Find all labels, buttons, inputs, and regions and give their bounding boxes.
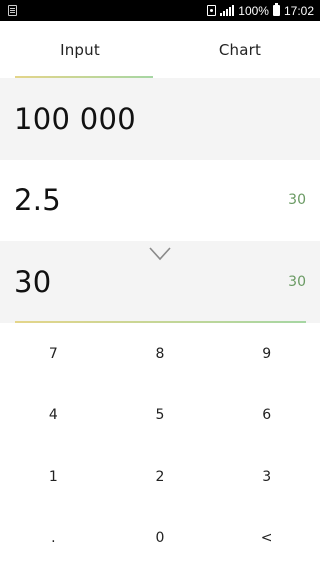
key-5[interactable]: 5 <box>107 385 214 447</box>
numeric-keypad: 7 8 9 4 5 6 1 2 3 . 0 < <box>0 323 320 569</box>
key-8[interactable]: 8 <box>107 323 214 385</box>
app-notification-icon <box>8 5 17 16</box>
rate-field[interactable]: 2.5 30 <box>0 159 320 241</box>
key-9[interactable]: 9 <box>213 323 320 385</box>
key-backspace[interactable]: < <box>213 508 320 569</box>
key-0[interactable]: 0 <box>107 508 214 569</box>
clock: 17:02 <box>283 3 314 18</box>
battery-icon <box>272 3 280 16</box>
key-3[interactable]: 3 <box>213 446 320 508</box>
principal-field[interactable]: 100 000 <box>0 78 320 160</box>
tab-input-label: Input <box>60 40 100 59</box>
principal-value: 100 000 <box>14 102 137 136</box>
term-aux: 30 <box>288 274 306 290</box>
key-2[interactable]: 2 <box>107 446 214 508</box>
battery-percent: 100% <box>238 3 269 18</box>
status-left <box>8 5 17 16</box>
term-value: 30 <box>14 265 52 299</box>
rate-aux: 30 <box>288 192 306 208</box>
key-1[interactable]: 1 <box>0 446 107 508</box>
signal-icon <box>220 5 235 16</box>
tab-input[interactable]: Input <box>0 21 160 78</box>
key-4[interactable]: 4 <box>0 385 107 447</box>
key-7[interactable]: 7 <box>0 323 107 385</box>
key-6[interactable]: 6 <box>213 385 320 447</box>
sim-icon <box>207 5 217 16</box>
status-bar: 100% 17:02 <box>0 0 320 21</box>
rate-value: 2.5 <box>14 183 62 217</box>
key-decimal[interactable]: . <box>0 508 107 569</box>
tab-chart-label: Chart <box>218 40 262 59</box>
tab-bar: Input Chart <box>0 21 320 78</box>
status-right: 100% 17:02 <box>207 3 314 18</box>
tab-chart[interactable]: Chart <box>160 21 320 78</box>
chevron-down-icon[interactable] <box>149 247 171 261</box>
